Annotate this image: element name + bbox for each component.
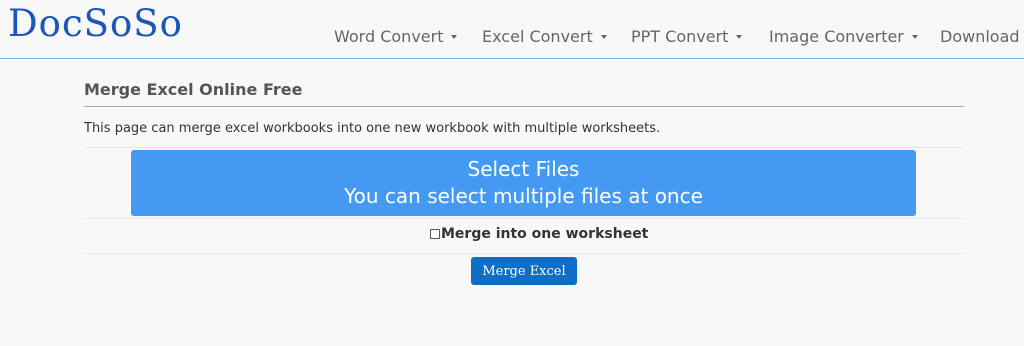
nav-item-word-convert[interactable]: Word Convert — [334, 24, 458, 50]
caret-down-icon — [911, 34, 918, 39]
nav-item-excel-convert[interactable]: Excel Convert — [482, 24, 607, 50]
caret-down-icon — [736, 34, 743, 39]
merge-excel-button[interactable]: Merge Excel — [471, 257, 577, 285]
select-files-hint: You can select multiple files at once — [344, 184, 703, 208]
page-description: This page can merge excel workbooks into… — [84, 121, 661, 136]
merge-one-worksheet-checkbox[interactable] — [430, 229, 440, 239]
divider — [84, 253, 964, 254]
nav-item-label: Image Converter — [769, 27, 904, 46]
nav-item-download[interactable]: Download — [940, 24, 1020, 50]
select-files-button[interactable]: Select Files You can select multiple fil… — [131, 150, 916, 216]
docsoso-logo[interactable]: DocSoSo — [8, 2, 183, 46]
nav-item-ppt-convert[interactable]: PPT Convert — [631, 24, 743, 50]
nav-item-label: Excel Convert — [482, 27, 593, 46]
nav-item-image-converter[interactable]: Image Converter — [769, 24, 918, 50]
nav-item-label: Download — [940, 27, 1020, 46]
top-navbar: DocSoSo Word Convert Excel Convert PPT C… — [0, 0, 1024, 59]
merge-one-worksheet-label: Merge into one worksheet — [441, 226, 649, 242]
caret-down-icon — [600, 34, 607, 39]
nav-item-label: PPT Convert — [631, 27, 729, 46]
divider — [84, 218, 964, 219]
select-files-label: Select Files — [467, 157, 580, 181]
merge-one-worksheet-option[interactable]: Merge into one worksheet — [430, 226, 648, 242]
divider — [84, 147, 964, 148]
caret-down-icon — [451, 34, 458, 39]
page-title: Merge Excel Online Free — [84, 80, 964, 107]
nav-item-label: Word Convert — [334, 27, 444, 46]
